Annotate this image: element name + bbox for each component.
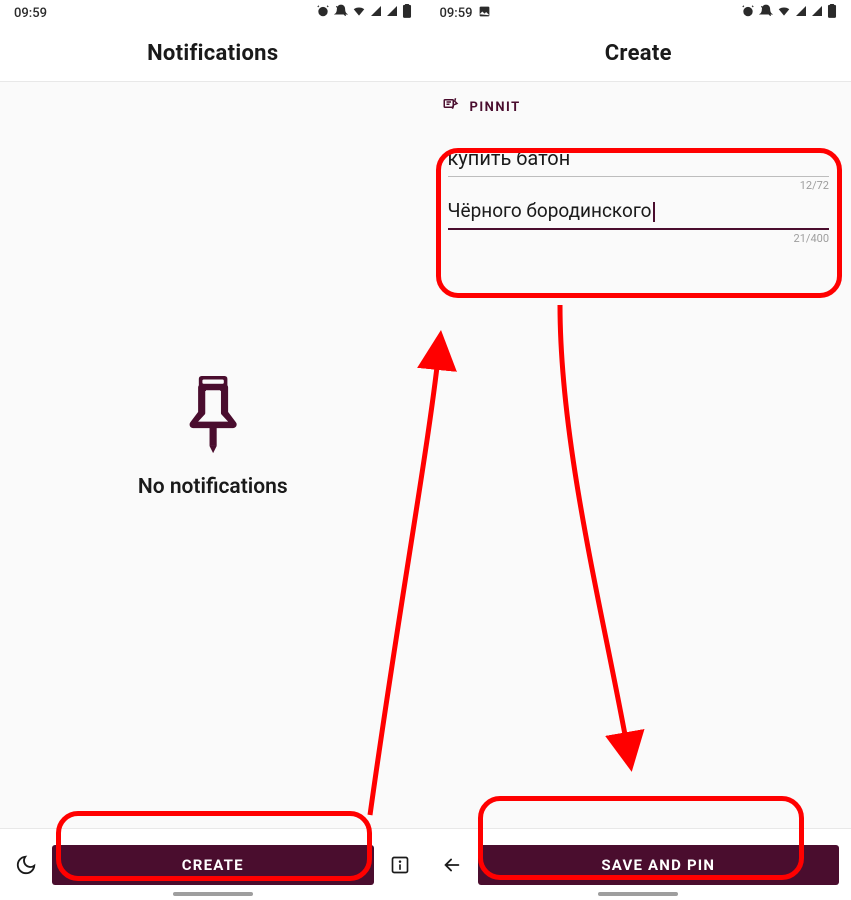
app-header: Create [426,26,851,82]
title-input[interactable]: купить батон [448,142,830,177]
battery-icon [402,4,412,22]
content-area: PINNIT купить батон 12/72 Чёрного бороди… [426,82,851,828]
page-title: Create [605,41,672,66]
note-input-card: купить батон 12/72 Чёрного бородинского … [436,128,842,250]
text-cursor [653,202,655,222]
wifi-icon [777,4,791,22]
signal-icon-2 [811,5,823,21]
app-header: Notifications [0,26,426,82]
screen-notifications: 09:59 Notifications [0,0,426,900]
save-and-pin-label: SAVE AND PIN [601,856,715,874]
content-area: No notifications [0,82,426,828]
title-char-counter: 12/72 [800,179,829,192]
bottom-toolbar: SAVE AND PIN [426,828,851,900]
create-button[interactable]: CREATE [52,845,374,885]
image-icon [478,5,491,22]
empty-state: No notifications [138,373,288,499]
mute-icon [334,4,348,22]
nav-indicator [598,892,678,896]
create-button-label: CREATE [182,856,244,874]
pinnit-logo-icon [442,96,460,118]
back-button[interactable] [438,851,466,879]
pin-icon [184,373,242,457]
info-button[interactable] [386,851,414,879]
save-and-pin-button[interactable]: SAVE AND PIN [478,845,840,885]
mute-icon [759,4,773,22]
theme-toggle-button[interactable] [12,851,40,879]
alarm-icon [316,4,330,22]
signal-icon-2 [386,5,398,21]
alarm-icon [741,4,755,22]
status-icons [741,4,837,22]
status-time: 09:59 [440,6,473,21]
battery-icon [827,4,837,22]
nav-indicator [173,892,253,896]
signal-icon [795,5,807,21]
wifi-icon [352,4,366,22]
page-title: Notifications [147,41,278,66]
screen-create: 09:59 Create PINNIT купить батон 12/72 [426,0,851,900]
status-time: 09:59 [14,6,47,21]
status-icons [316,4,412,22]
status-bar: 09:59 [426,0,851,26]
status-bar: 09:59 [0,0,426,26]
empty-state-text: No notifications [138,475,288,499]
body-input[interactable]: Чёрного бородинского [448,195,830,230]
brand-row: PINNIT [426,82,851,128]
bottom-toolbar: CREATE [0,828,426,900]
brand-label: PINNIT [470,100,521,115]
body-char-counter: 21/400 [794,232,829,245]
signal-icon [370,5,382,21]
